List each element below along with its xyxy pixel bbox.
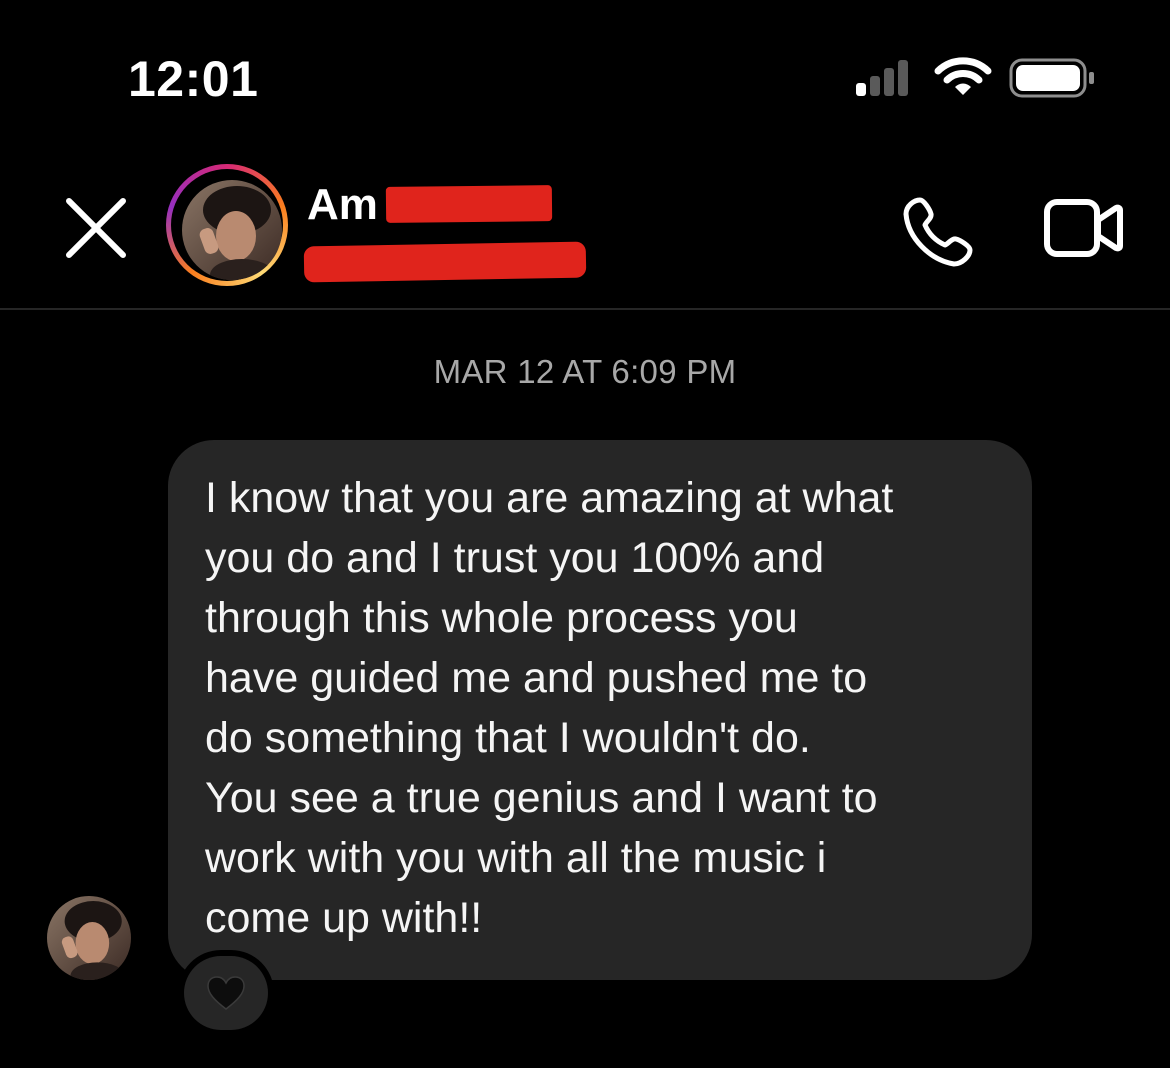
status-time: 12:01: [128, 51, 259, 107]
story-ring[interactable]: [166, 164, 288, 286]
message-timestamp: MAR 12 AT 6:09 PM: [433, 353, 737, 390]
avatar: [182, 180, 282, 280]
wifi-icon: [934, 57, 992, 95]
contact-name[interactable]: Am: [307, 180, 378, 230]
redaction-mark: [385, 185, 553, 223]
message-bubble[interactable]: I know that you are amazing at what you …: [168, 440, 1032, 980]
reaction-badge[interactable]: [178, 950, 274, 1036]
video-call-button[interactable]: [1042, 196, 1124, 262]
redaction-mark: [303, 241, 587, 283]
sender-avatar[interactable]: [47, 896, 131, 980]
status-icons: [850, 55, 1100, 103]
signal-icon: [856, 60, 908, 96]
chat-header: Am: [0, 150, 1170, 310]
audio-call-button[interactable]: [900, 194, 976, 270]
phone-icon: [903, 197, 973, 267]
close-button[interactable]: [60, 192, 132, 264]
message-text: I know that you are amazing at what you …: [205, 474, 894, 942]
video-camera-icon: [1044, 199, 1123, 257]
black-heart-icon: [207, 976, 245, 1010]
battery-icon: [1009, 58, 1094, 98]
close-icon: [66, 198, 126, 258]
